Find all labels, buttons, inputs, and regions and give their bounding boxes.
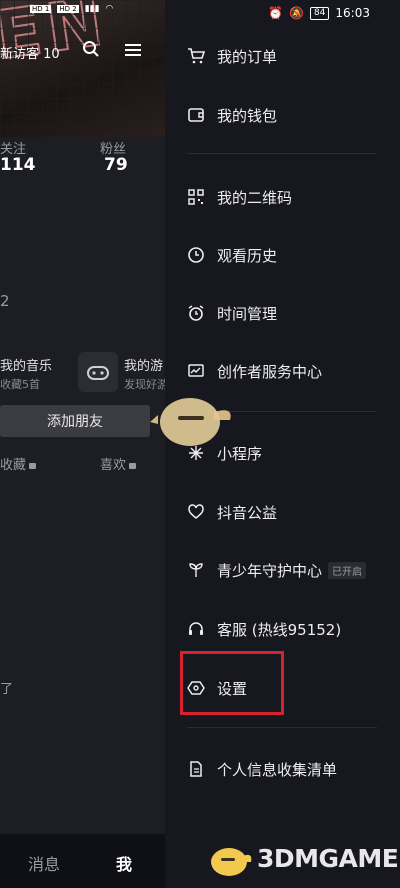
status-bar-right: ⏰ 🔕 84 16:03	[268, 6, 370, 20]
tab-likes[interactable]: 喜欢	[100, 454, 137, 473]
game-icon[interactable]	[78, 352, 118, 392]
signal-icon: ▮▮▮	[84, 4, 100, 14]
my-games-title[interactable]: 我的游	[124, 355, 163, 374]
alarm-status-icon: ⏰	[268, 6, 283, 20]
document-icon	[190, 761, 202, 777]
menu-item-label: 抖音公益	[217, 503, 278, 522]
menu-item-label: 我的二维码	[217, 188, 293, 207]
menu-item-personal-info-list[interactable]: 个人信息收集清单	[187, 757, 387, 781]
menu-item-watch-history[interactable]: 观看历史	[187, 243, 387, 267]
menu-item-time-management[interactable]: 时间管理	[187, 301, 387, 325]
divider	[187, 727, 377, 728]
add-friend-button[interactable]: 添加朋友	[0, 405, 150, 437]
qrcode-icon	[188, 189, 204, 205]
settings-highlight-box	[180, 651, 284, 715]
headset-icon	[189, 622, 203, 635]
sprout-icon	[189, 563, 203, 577]
watermark-bird-icon	[150, 398, 231, 446]
enabled-badge: 已开启	[328, 561, 367, 579]
menu-item-label: 时间管理	[217, 304, 278, 323]
banner-grid	[0, 0, 165, 137]
menu-item-label: 青少年守护中心	[217, 561, 323, 580]
menu-item-my-qrcode[interactable]: 我的二维码	[187, 185, 387, 209]
battery-level: 84	[309, 6, 330, 20]
profile-banner: EN	[0, 0, 165, 137]
profile-page-background: EN HD 1 HD 2 ▮▮▮ ◠ 新访客 10 关注 114 粉丝 79 2…	[0, 0, 165, 888]
status-bar-left: HD 1 HD 2 ▮▮▮ ◠	[30, 4, 113, 14]
menu-item-my-orders[interactable]: 我的订单	[187, 44, 387, 68]
lock-icon	[29, 463, 37, 469]
menu-item-label: 我的订单	[217, 47, 278, 66]
heart-icon	[188, 504, 204, 519]
mute-status-icon: 🔕	[289, 6, 304, 20]
wallet-icon	[188, 108, 204, 122]
tail-text: 了	[0, 682, 14, 697]
tab-favorites[interactable]: 收藏	[0, 454, 37, 473]
menu-item-my-wallet[interactable]: 我的钱包	[187, 103, 387, 127]
tab-likes-label: 喜欢	[100, 458, 127, 473]
wifi-icon: ◠	[105, 4, 114, 14]
menu-item-customer-service[interactable]: 客服 (热线95152)	[187, 617, 387, 641]
menu-item-label: 个人信息收集清单	[217, 760, 338, 779]
following-count[interactable]: 114	[0, 155, 36, 175]
watermark-logo: 3DMGAME	[205, 836, 399, 880]
watermark-text: 3DMGAME	[257, 843, 399, 873]
nav-messages[interactable]: 消息	[28, 851, 60, 875]
menu-item-label: 客服 (热线95152)	[217, 620, 342, 639]
cart-icon	[188, 48, 205, 64]
menu-icon[interactable]	[124, 42, 142, 58]
menu-item-label: 我的钱包	[217, 106, 278, 125]
section-number: 2	[0, 292, 10, 310]
status-badge-2: HD 2	[57, 5, 79, 13]
menu-item-label: 观看历史	[217, 246, 278, 265]
status-badge-1: HD 1	[30, 5, 52, 13]
clock-icon	[188, 247, 204, 263]
chart-icon	[188, 364, 204, 377]
alarm-icon	[188, 305, 204, 321]
menu-item-label: 创作者服务中心	[217, 362, 323, 381]
menu-item-youth-protection[interactable]: 青少年守护中心 已开启	[187, 558, 387, 582]
watermark-bird-small-icon	[211, 848, 252, 876]
my-music-title[interactable]: 我的音乐	[0, 355, 52, 374]
lock-icon	[129, 463, 137, 469]
followers-count[interactable]: 79	[104, 155, 128, 175]
clock: 16:03	[335, 6, 370, 20]
menu-item-charity[interactable]: 抖音公益	[187, 500, 387, 524]
new-visitors[interactable]: 新访客 10	[0, 43, 60, 62]
divider	[187, 153, 377, 154]
search-icon[interactable]	[82, 40, 100, 58]
bottom-nav	[0, 834, 165, 888]
tab-favorites-label: 收藏	[0, 458, 27, 473]
nav-me[interactable]: 我	[116, 851, 132, 875]
my-music-subtitle: 收藏5首	[0, 378, 40, 391]
